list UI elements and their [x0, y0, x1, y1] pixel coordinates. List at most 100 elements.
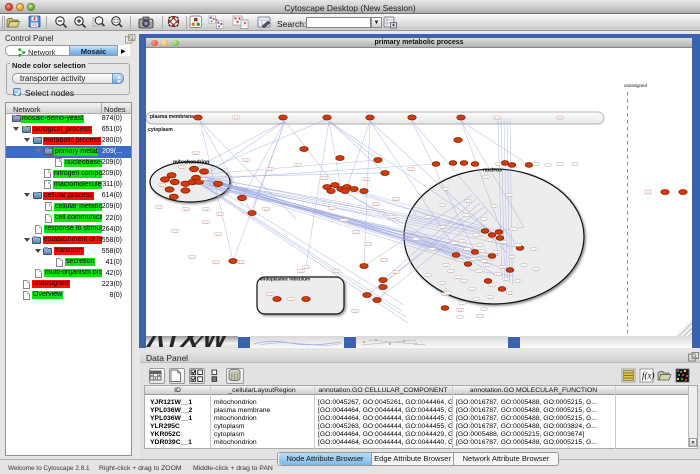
svg-text:[...]: [...] [458, 316, 462, 319]
svg-text:[...]: [...] [264, 208, 268, 211]
svg-text:[...]: [...] [322, 177, 326, 180]
svg-text:[...]: [...] [268, 293, 272, 296]
svg-text:plasma membrane: plasma membrane [150, 114, 194, 120]
svg-text:[...]: [...] [534, 163, 538, 166]
svg-text:[...]: [...] [184, 208, 188, 211]
svg-text:[...]: [...] [482, 218, 486, 221]
svg-text:f(x): f(x) [642, 371, 655, 381]
svg-text:[...]: [...] [382, 259, 386, 262]
svg-text:[...]: [...] [426, 216, 430, 219]
svg-text:[...]: [...] [299, 270, 303, 273]
svg-text:[...]: [...] [204, 221, 208, 224]
svg-text:[...]: [...] [364, 178, 368, 181]
svg-text:[...]: [...] [573, 163, 577, 166]
svg-text:[...]: [...] [444, 188, 448, 191]
svg-text:endoplasmic reticulum: endoplasmic reticulum [260, 277, 310, 282]
svg-text:[...]: [...] [204, 208, 208, 211]
svg-text:[...]: [...] [482, 308, 486, 311]
svg-text:[...]: [...] [456, 276, 460, 279]
svg-text:[...]: [...] [244, 159, 248, 162]
svg-text:[...]: [...] [477, 270, 481, 273]
svg-text:[...]: [...] [504, 278, 508, 281]
svg-text:[...]: [...] [516, 244, 520, 247]
svg-text:[...]: [...] [190, 256, 194, 259]
svg-text:[...]: [...] [508, 292, 512, 295]
svg-text:[...]: [...] [460, 302, 464, 305]
svg-text:[...]: [...] [334, 270, 338, 273]
svg-text:[...]: [...] [449, 270, 453, 273]
svg-text:[...]: [...] [558, 117, 562, 120]
svg-text:[...]: [...] [460, 240, 464, 243]
svg-text:[...]: [...] [268, 168, 272, 171]
svg-text:[...]: [...] [353, 310, 357, 313]
svg-text:[...]: [...] [194, 152, 198, 155]
svg-text:[...]: [...] [452, 242, 456, 245]
svg-text:[...]: [...] [444, 264, 448, 267]
svg-text:[...]: [...] [462, 280, 466, 283]
svg-text:[...]: [...] [409, 168, 413, 171]
svg-text:[...]: [...] [474, 298, 478, 301]
svg-text:[...]: [...] [508, 194, 512, 197]
svg-text:[...]: [...] [496, 163, 500, 166]
svg-text:[...]: [...] [289, 298, 293, 301]
svg-text:[...]: [...] [500, 266, 504, 269]
svg-text:[...]: [...] [426, 274, 430, 277]
svg-text:[...]: [...] [494, 251, 498, 254]
svg-text:[...]: [...] [485, 264, 489, 267]
svg-text:[...]: [...] [430, 248, 434, 251]
svg-text:[...]: [...] [646, 191, 650, 194]
svg-text:[...]: [...] [394, 198, 398, 201]
svg-text:unassigned: unassigned [624, 83, 648, 88]
svg-text:[...]: [...] [173, 230, 177, 233]
svg-text:[...]: [...] [522, 264, 526, 267]
svg-text:[...]: [...] [394, 271, 398, 274]
svg-text:cytoplasm: cytoplasm [148, 127, 173, 133]
svg-text:[...]: [...] [157, 206, 161, 209]
svg-text:nucleus: nucleus [483, 168, 502, 174]
svg-text:[...]: [...] [466, 200, 470, 203]
svg-text:[...]: [...] [484, 176, 488, 179]
svg-text:[...]: [...] [214, 261, 218, 264]
svg-text:[...]: [...] [234, 117, 238, 120]
svg-text:[...]: [...] [534, 268, 538, 271]
svg-text:[...]: [...] [304, 266, 308, 269]
svg-text:[...]: [...] [546, 164, 550, 167]
svg-text:mitochondrion: mitochondrion [173, 160, 209, 166]
svg-text:[...]: [...] [342, 219, 346, 222]
svg-text:[...]: [...] [558, 163, 562, 166]
svg-text:[...]: [...] [512, 228, 516, 231]
svg-text:[...]: [...] [488, 239, 492, 242]
svg-text:[...]: [...] [516, 280, 520, 283]
svg-text:[...]: [...] [496, 273, 500, 276]
svg-text:[...]: [...] [490, 284, 494, 287]
svg-text:[...]: [...] [390, 216, 394, 219]
svg-text:[...]: [...] [202, 178, 206, 181]
svg-text:[...]: [...] [510, 256, 514, 259]
svg-text:[...]: [...] [488, 296, 492, 299]
svg-text:[...]: [...] [471, 258, 475, 261]
svg-text:[...]: [...] [440, 282, 444, 285]
svg-text:[...]: [...] [474, 234, 478, 237]
svg-text:[...]: [...] [492, 205, 496, 208]
svg-text:[...]: [...] [482, 260, 486, 263]
svg-text:[...]: [...] [330, 207, 334, 210]
svg-text:[...]: [...] [440, 204, 444, 207]
svg-text:[...]: [...] [465, 248, 469, 251]
svg-text:[...]: [...] [470, 288, 474, 291]
svg-text:[...]: [...] [478, 244, 482, 247]
svg-text:[...]: [...] [440, 226, 444, 229]
svg-text:[...]: [...] [502, 241, 506, 244]
svg-text:[...]: [...] [495, 117, 499, 120]
svg-text:[...]: [...] [414, 238, 418, 241]
svg-text:[...]: [...] [180, 166, 184, 169]
svg-text:[...]: [...] [374, 203, 378, 206]
svg-text:[...]: [...] [480, 250, 484, 253]
svg-text:[...]: [...] [218, 213, 222, 216]
svg-text:[...]: [...] [354, 231, 358, 234]
svg-text:[...]: [...] [478, 315, 482, 318]
svg-text:[...]: [...] [446, 292, 450, 295]
svg-text:[...]: [...] [216, 233, 220, 236]
svg-text:[...]: [...] [458, 309, 462, 312]
svg-text:[...]: [...] [464, 214, 468, 217]
svg-text:[...]: [...] [239, 261, 243, 264]
